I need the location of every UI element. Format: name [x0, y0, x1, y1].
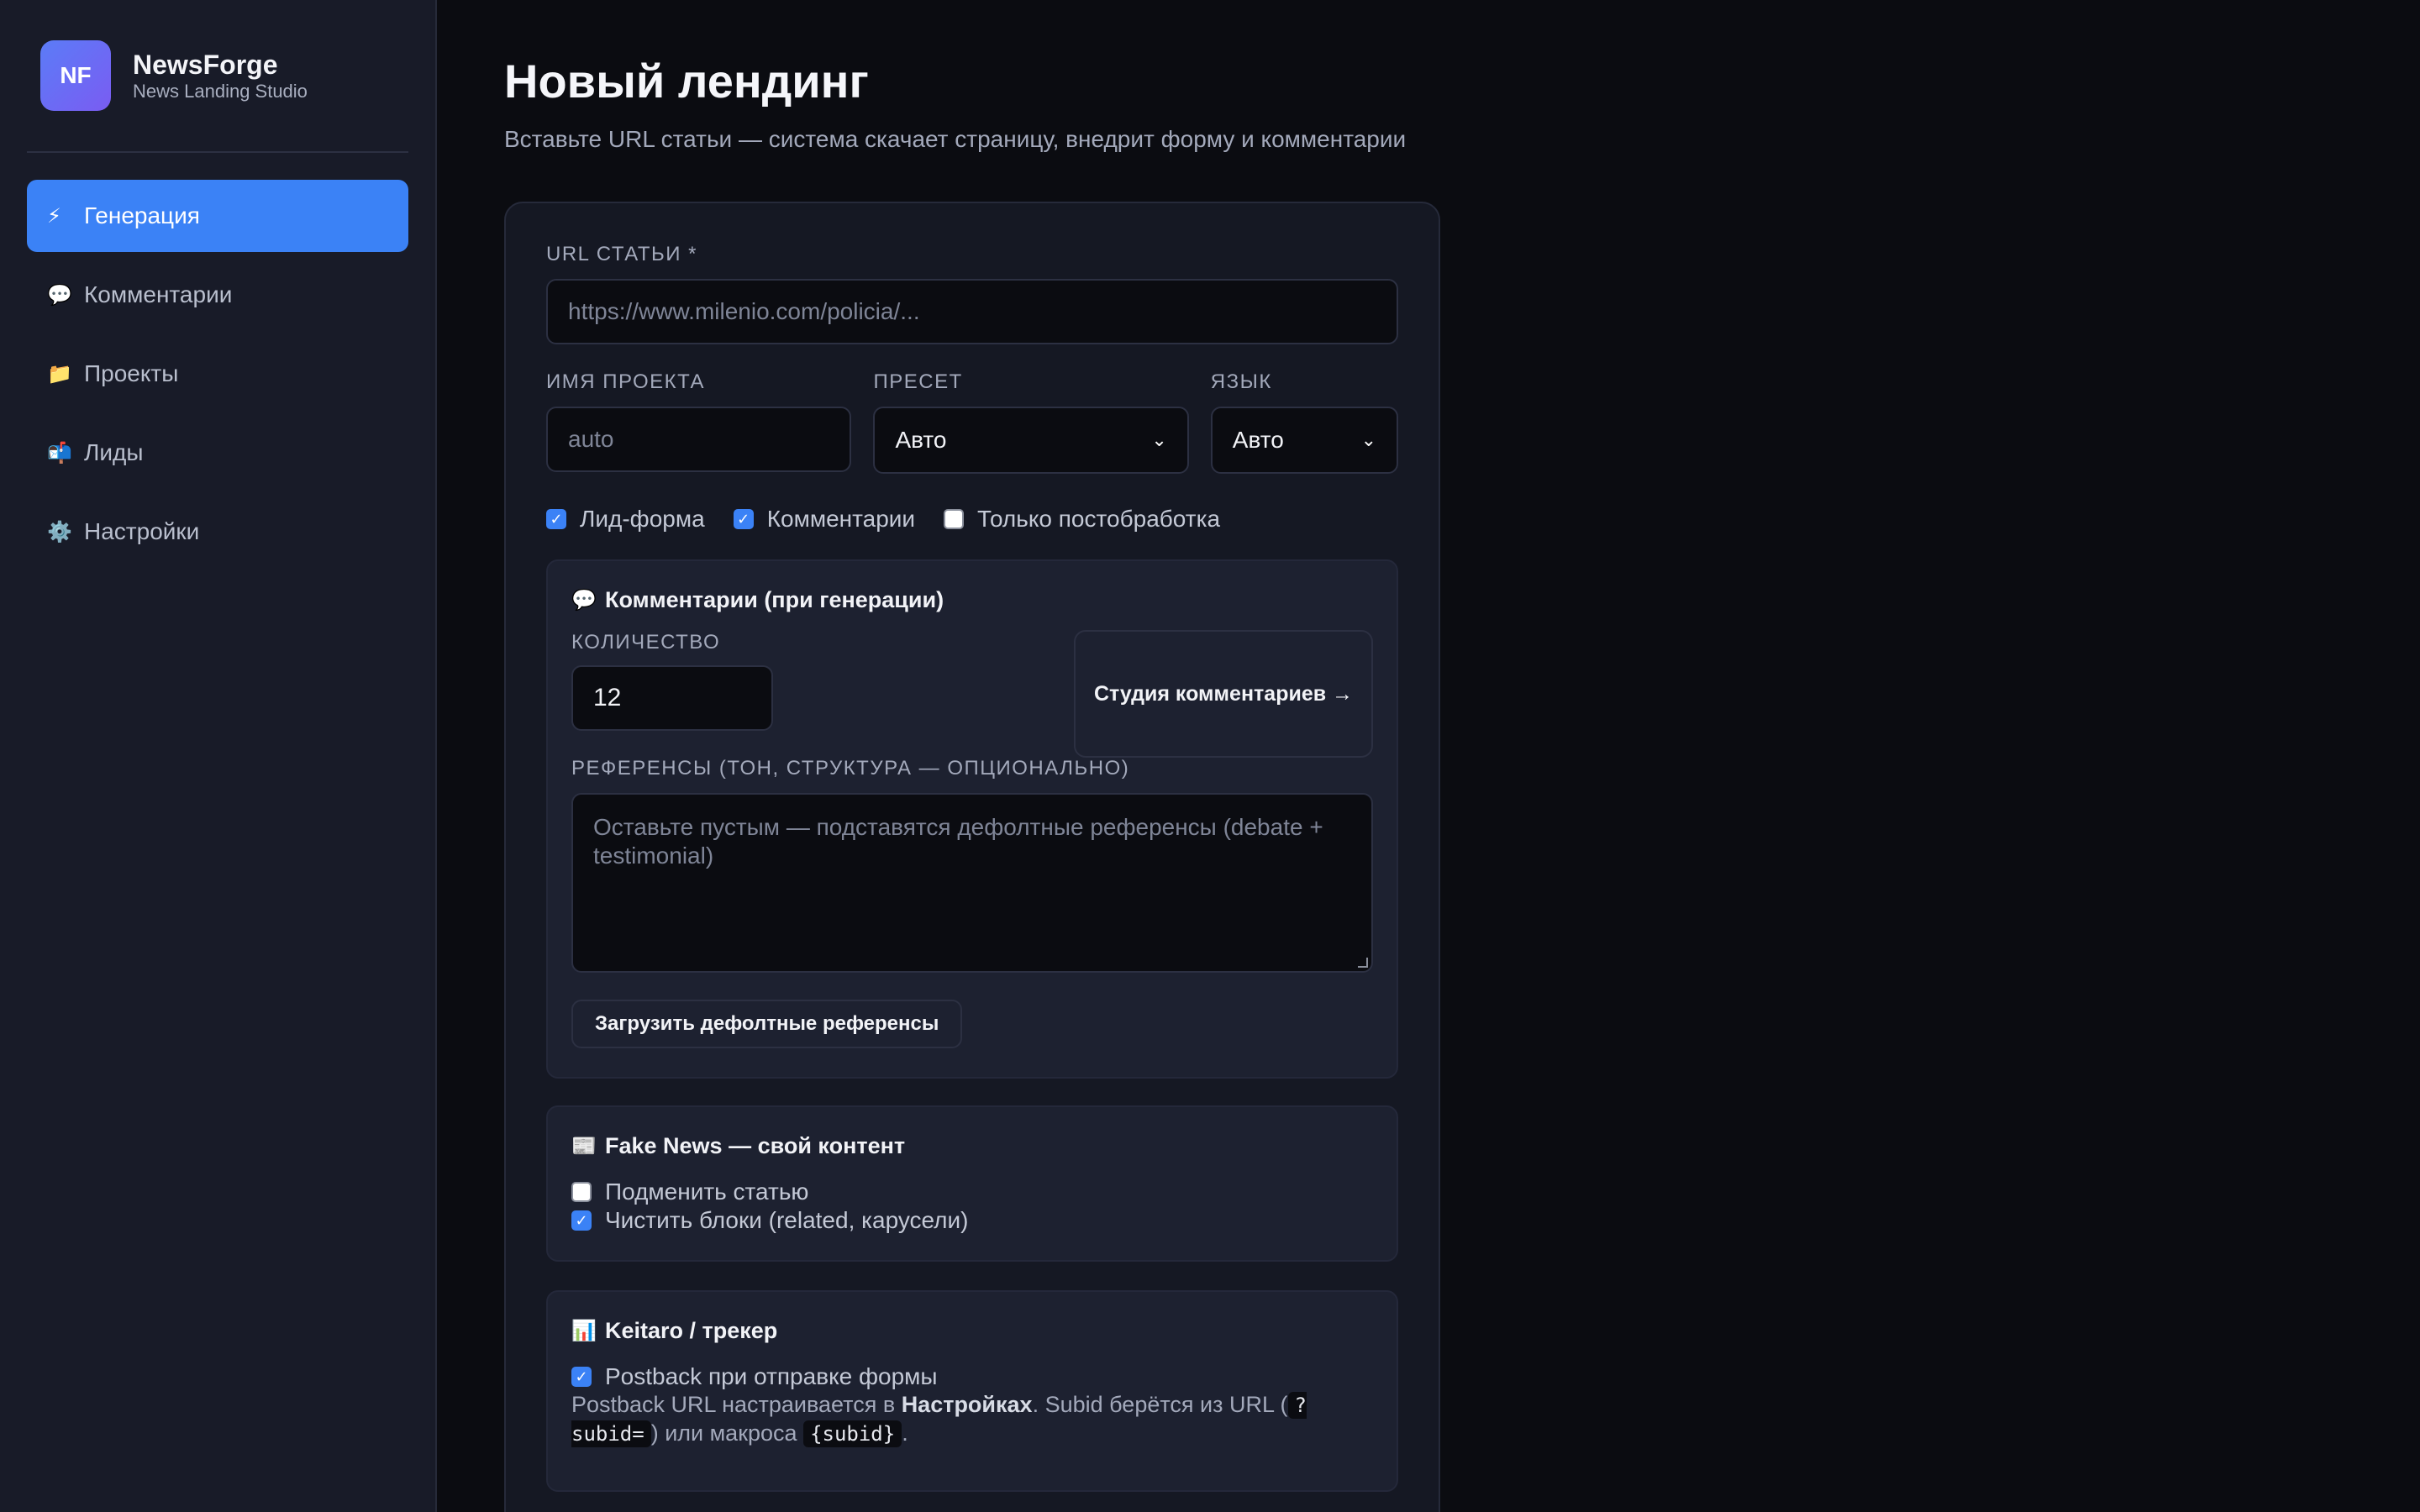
- app-root: NF NewsForge News Landing Studio ⚡ Генер…: [0, 0, 2420, 1512]
- comments-qty-row: КОЛИЧЕСТВО 12 Студия комментариев →: [571, 630, 1373, 758]
- speech-bubble-icon: 💬: [571, 588, 597, 612]
- sidebar-item-label: Генерация: [84, 202, 200, 228]
- resize-handle-icon[interactable]: [1358, 958, 1368, 968]
- feature-checkboxes: ✓ Лид-форма ✓ Комментарии Только постобр…: [546, 502, 1398, 536]
- sidebar-item-label: Лиды: [84, 439, 144, 465]
- preset-field: ПРЕСЕТ Авто ⌄: [873, 370, 1189, 474]
- note-text: .: [902, 1420, 908, 1446]
- panel-title-text: Комментарии (при генерации): [605, 586, 944, 612]
- checkbox-checked-icon[interactable]: ✓: [546, 509, 566, 529]
- references-textarea[interactable]: Оставьте пустым — подставятся дефолтные …: [571, 793, 1373, 973]
- comments-panel: 💬 Комментарии (при генерации) КОЛИЧЕСТВО…: [546, 559, 1398, 1079]
- postback-note: Postback URL настраивается в Настройках.…: [571, 1391, 1344, 1448]
- checkbox-label: Подменить статью: [605, 1179, 809, 1205]
- page-subtitle: Вставьте URL статьи — система скачает ст…: [504, 126, 1407, 152]
- note-text: Postback URL настраивается в: [571, 1392, 902, 1417]
- load-default-references-button[interactable]: Загрузить дефолтные референсы: [571, 1000, 963, 1048]
- sidebar-nav: ⚡ Генерация 💬 Комментарии 📁 Проекты 📬 Ли…: [27, 180, 408, 568]
- brand-subtitle: News Landing Studio: [133, 81, 308, 102]
- checkbox-label: Чистить блоки (related, карусели): [605, 1207, 969, 1233]
- panel-title-text: Keitaro / трекер: [605, 1317, 778, 1343]
- comments-checkbox[interactable]: ✓ Комментарии: [733, 506, 916, 533]
- speech-bubble-icon: 💬: [47, 283, 72, 307]
- checkbox-unchecked-icon[interactable]: [571, 1182, 592, 1202]
- brand-name: NewsForge: [133, 50, 278, 80]
- sidebar-item-label: Комментарии: [84, 281, 233, 307]
- qty-label: КОЛИЧЕСТВО: [571, 631, 721, 654]
- preset-select[interactable]: Авто ⌄: [873, 407, 1189, 474]
- checkbox-checked-icon[interactable]: ✓: [571, 1210, 592, 1231]
- checkbox-label: Postback при отправке формы: [605, 1363, 938, 1389]
- url-label: URL СТАТЬИ *: [546, 243, 697, 265]
- generation-form-card: URL СТАТЬИ * ИМЯ ПРОЕКТА ПРЕСЕТ Авто ⌄ Я…: [504, 202, 1440, 1512]
- main-content: Новый лендинг Вставьте URL статьи — сист…: [437, 0, 2420, 1512]
- lead-form-checkbox[interactable]: ✓ Лид-форма: [546, 506, 705, 533]
- postback-checkbox[interactable]: ✓ Postback при отправке формы: [571, 1362, 1373, 1391]
- article-url-input[interactable]: [546, 279, 1398, 344]
- panel-title-text: Fake News — свой контент: [605, 1132, 906, 1158]
- references-placeholder: Оставьте пустым — подставятся дефолтные …: [593, 814, 1323, 869]
- fake-news-options: Подменить статью ✓ Чистить блоки (relate…: [571, 1178, 1373, 1235]
- sidebar-item-settings[interactable]: ⚙️ Настройки: [27, 496, 408, 568]
- gear-icon: ⚙️: [47, 520, 72, 543]
- chevron-down-icon: ⌄: [1151, 429, 1167, 450]
- language-field: ЯЗЫК Авто ⌄: [1210, 370, 1398, 474]
- sidebar-item-generation[interactable]: ⚡ Генерация: [27, 180, 408, 252]
- language-value: Авто: [1232, 427, 1284, 453]
- chevron-down-icon: ⌄: [1360, 429, 1376, 450]
- checkbox-checked-icon[interactable]: ✓: [571, 1367, 592, 1387]
- note-text: ) или макроса: [650, 1420, 804, 1446]
- mailbox-icon: 📬: [47, 441, 72, 465]
- sidebar-item-comments[interactable]: 💬 Комментарии: [27, 259, 408, 331]
- brand-text: NewsForge News Landing Studio: [133, 49, 308, 102]
- preset-label: ПРЕСЕТ: [873, 370, 963, 393]
- checkbox-label: Лид-форма: [580, 506, 705, 532]
- brand: NF NewsForge News Landing Studio: [27, 40, 408, 111]
- project-settings-row: ИМЯ ПРОЕКТА ПРЕСЕТ Авто ⌄ ЯЗЫК Авто ⌄: [546, 370, 1398, 474]
- settings-link-text: Настройках: [901, 1392, 1033, 1417]
- comments-qty-input[interactable]: 12: [571, 665, 773, 731]
- newspaper-icon: 📰: [571, 1134, 597, 1158]
- project-name-field: ИМЯ ПРОЕКТА: [546, 370, 852, 474]
- references-label: РЕФЕРЕНСЫ (ТОН, СТРУКТУРА — ОПЦИОНАЛЬНО): [571, 757, 1130, 780]
- language-select[interactable]: Авто ⌄: [1210, 407, 1398, 474]
- postprocess-only-checkbox[interactable]: Только постобработка: [944, 506, 1220, 533]
- note-text: . Subid берётся из URL (: [1032, 1392, 1288, 1417]
- fake-news-panel: 📰 Fake News — свой контент Подменить ста…: [546, 1105, 1398, 1262]
- language-label: ЯЗЫК: [1210, 370, 1272, 393]
- sidebar: NF NewsForge News Landing Studio ⚡ Генер…: [0, 0, 437, 1512]
- sidebar-item-leads[interactable]: 📬 Лиды: [27, 417, 408, 489]
- clean-blocks-checkbox[interactable]: ✓ Чистить блоки (related, карусели): [571, 1206, 1373, 1235]
- checkbox-checked-icon[interactable]: ✓: [733, 509, 754, 529]
- qty-field: КОЛИЧЕСТВО 12: [571, 630, 773, 758]
- bar-chart-icon: 📊: [571, 1319, 597, 1342]
- project-name-label: ИМЯ ПРОЕКТА: [546, 370, 705, 393]
- replace-article-checkbox[interactable]: Подменить статью: [571, 1178, 1373, 1206]
- sidebar-divider: [27, 151, 408, 153]
- sidebar-item-label: Настройки: [84, 518, 200, 544]
- sidebar-item-projects[interactable]: 📁 Проекты: [27, 338, 408, 410]
- keitaro-panel: 📊 Keitaro / трекер ✓ Postback при отправ…: [546, 1290, 1398, 1492]
- brand-logo: NF: [40, 40, 111, 111]
- subid-macro-code: {subid}: [803, 1420, 902, 1447]
- comments-panel-title: 💬 Комментарии (при генерации): [571, 585, 1373, 615]
- lightning-icon: ⚡: [47, 204, 61, 228]
- preset-value: Авто: [895, 427, 947, 453]
- checkbox-label: Только постобработка: [977, 506, 1221, 532]
- fake-news-panel-title: 📰 Fake News — свой контент: [571, 1131, 1373, 1161]
- folder-icon: 📁: [47, 362, 72, 386]
- page-title: Новый лендинг: [504, 55, 869, 108]
- project-name-input[interactable]: [546, 407, 852, 472]
- comments-studio-button[interactable]: Студия комментариев →: [1074, 630, 1373, 758]
- checkbox-unchecked-icon[interactable]: [944, 509, 965, 529]
- sidebar-item-label: Проекты: [84, 360, 179, 386]
- keitaro-panel-title: 📊 Keitaro / трекер: [571, 1315, 1373, 1346]
- checkbox-label: Комментарии: [766, 506, 916, 532]
